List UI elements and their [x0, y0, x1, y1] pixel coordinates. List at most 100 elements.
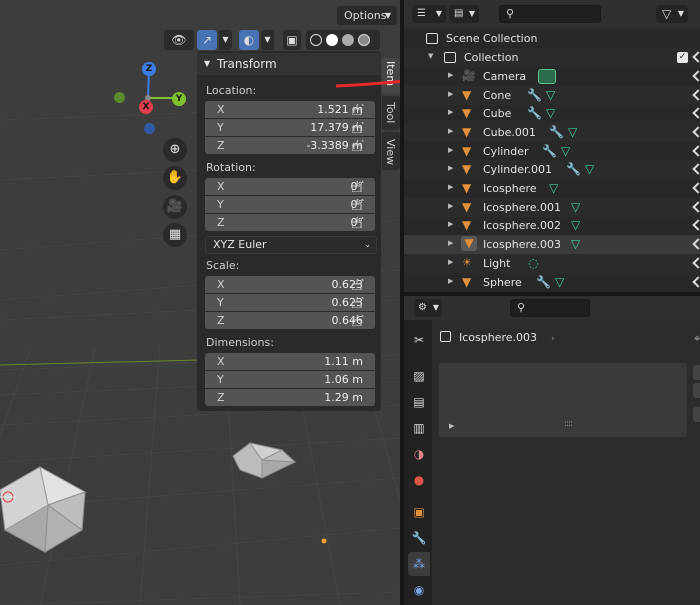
outliner-item-cube-001[interactable]: ▶ ▼ Cube.001 🔧 ▽	[404, 123, 700, 142]
wrench-modifier-icon[interactable]: 🔧	[536, 275, 551, 289]
rotation-x-field[interactable]: X 0°	[205, 178, 375, 195]
pan-button[interactable]: ✋	[163, 166, 187, 190]
eye-icon[interactable]	[692, 70, 700, 82]
wireframe-shading-icon[interactable]	[310, 34, 322, 46]
tool-tab[interactable]: ✂	[408, 328, 430, 352]
scene-tab[interactable]: ◑	[408, 442, 430, 466]
x-axis-gizmo[interactable]: X	[139, 100, 153, 114]
lock-icon[interactable]	[352, 122, 364, 133]
lock-icon[interactable]	[352, 181, 364, 192]
mesh-data-icon[interactable]: ▽	[585, 162, 599, 176]
neg-z-axis-gizmo[interactable]	[144, 123, 155, 134]
expand-triangle-icon[interactable]: ▶	[448, 202, 453, 210]
rotation-mode-dropdown[interactable]: XYZ Euler ⌄	[205, 236, 377, 254]
particles-tab[interactable]: ⁂	[408, 552, 430, 576]
lock-icon[interactable]	[352, 140, 364, 151]
eye-icon[interactable]	[692, 51, 700, 63]
expand-triangle-icon[interactable]: ▶	[448, 146, 453, 154]
outliner-item-light[interactable]: ▶ ☀ Light ◌	[404, 254, 700, 273]
outliner-item-cylinder[interactable]: ▶ ▼ Cylinder 🔧 ▽	[404, 142, 700, 161]
outliner-item-icosphere-002[interactable]: ▶ ▼ Icosphere.002 ▽	[404, 216, 700, 235]
location-y-field[interactable]: Y 17.379 m	[205, 119, 375, 136]
overlay-toggle-button[interactable]: ◐	[239, 30, 259, 50]
modifier-tab[interactable]: 🔧	[408, 526, 430, 550]
outliner-item-cube[interactable]: ▶ ▼ Cube 🔧 ▽	[404, 104, 700, 123]
mesh-data-icon[interactable]: ▽	[571, 218, 585, 232]
properties-search-input[interactable]: ⚲	[510, 299, 590, 317]
wrench-modifier-icon[interactable]: 🔧	[549, 125, 564, 139]
mesh-data-icon[interactable]: ▽	[546, 106, 560, 120]
outliner-item-cone[interactable]: ▶ ▼ Cone 🔧 ▽	[404, 86, 700, 105]
outliner-item-cylinder-001[interactable]: ▶ ▼ Cylinder.001 🔧 ▽	[404, 160, 700, 179]
particle-system-list[interactable]: ▶ ::::	[439, 363, 687, 437]
outliner-item-sphere[interactable]: ▶ ▼ Sphere 🔧 ▽	[404, 273, 700, 292]
outliner-item-camera[interactable]: ▶ 🎥 Camera	[404, 67, 700, 86]
3d-viewport[interactable]: Options ▼ 👁 ↗ ▼ ◐ ▼ ▣ Z Y X ⊕ ✋ 🎥 ▦ ▼ Tr…	[0, 0, 400, 605]
mesh-data-icon[interactable]: ▽	[549, 181, 563, 195]
lock-icon[interactable]	[352, 297, 364, 308]
filter-dropdown[interactable]: ▽ ▼	[656, 5, 688, 23]
eye-icon[interactable]	[692, 107, 700, 119]
list-resize-handle[interactable]: ::::	[564, 419, 573, 429]
object-tab[interactable]: ▣	[408, 500, 430, 524]
wrench-modifier-icon[interactable]: 🔧	[542, 144, 557, 158]
solid-shading-icon[interactable]	[326, 34, 338, 46]
remove-slot-button[interactable]	[693, 383, 700, 398]
eye-icon[interactable]	[692, 182, 700, 194]
y-axis-gizmo[interactable]: Y	[172, 92, 186, 106]
expand-triangle-icon[interactable]: ▶	[448, 258, 453, 266]
eye-icon[interactable]	[692, 145, 700, 157]
rendered-shading-icon[interactable]	[358, 34, 370, 46]
lock-icon[interactable]	[352, 199, 364, 210]
outliner-item-icosphere-003[interactable]: ▶ ▼ Icosphere.003 ▽	[404, 235, 700, 254]
mesh-data-icon[interactable]: ▽	[571, 237, 585, 251]
outliner-item-icosphere[interactable]: ▶ ▼ Icosphere ▽	[404, 179, 700, 198]
eye-icon[interactable]	[692, 126, 700, 138]
expand-triangle-icon[interactable]: ▶	[448, 71, 453, 79]
expand-triangle-icon[interactable]: ▼	[428, 52, 433, 60]
editor-type-dropdown[interactable]: ☰ ▼	[412, 5, 446, 23]
neg-y-axis-gizmo[interactable]	[114, 92, 125, 103]
shading-mode-group[interactable]	[306, 30, 380, 50]
eye-icon[interactable]	[692, 276, 700, 288]
camera-data-icon[interactable]	[538, 69, 556, 84]
scale-z-field[interactable]: Z 0.646	[205, 312, 375, 329]
expand-triangle-icon[interactable]: ▶	[448, 164, 453, 172]
collection-row[interactable]: ▼ Collection ✓	[404, 48, 700, 67]
options-dropdown[interactable]: Options ▼	[337, 6, 397, 25]
dimensions-x-field[interactable]: X 1.11 m	[205, 353, 375, 370]
specials-menu-button[interactable]	[693, 407, 700, 422]
dimensions-z-field[interactable]: Z 1.29 m	[205, 389, 375, 406]
scene-collection-row[interactable]: Scene Collection	[404, 29, 700, 48]
tab-tool[interactable]: Tool	[382, 96, 400, 130]
exclude-checkbox[interactable]: ✓	[677, 52, 688, 63]
lock-icon[interactable]	[352, 279, 364, 290]
gizmo-dropdown[interactable]: ▼	[219, 30, 232, 50]
expand-triangle-icon[interactable]: ▶	[448, 108, 453, 116]
wrench-modifier-icon[interactable]: 🔧	[527, 88, 542, 102]
expand-triangle-icon[interactable]: ▶	[448, 277, 453, 285]
light-data-icon[interactable]: ◌	[528, 256, 542, 270]
location-x-field[interactable]: X 1.521 m	[205, 101, 375, 118]
icosphere-mesh[interactable]	[0, 466, 87, 553]
render-tab[interactable]: ▨	[408, 364, 430, 388]
expand-triangle-icon[interactable]: ▶	[449, 422, 454, 430]
overlay-dropdown[interactable]: ▼	[261, 30, 274, 50]
expand-triangle-icon[interactable]: ▶	[448, 90, 453, 98]
scale-y-field[interactable]: Y 0.623	[205, 294, 375, 311]
physics-tab[interactable]: ◉	[408, 578, 430, 602]
rotation-z-field[interactable]: Z 0°	[205, 214, 375, 231]
gizmo-toggle-button[interactable]: ↗	[197, 30, 217, 50]
dimensions-y-field[interactable]: Y 1.06 m	[205, 371, 375, 388]
eye-icon[interactable]	[692, 89, 700, 101]
lock-icon[interactable]	[352, 315, 364, 326]
outliner-search-input[interactable]: ⚲	[499, 5, 601, 23]
mesh-data-icon[interactable]: ▽	[568, 125, 582, 139]
mesh-data-icon[interactable]: ▽	[571, 200, 585, 214]
add-slot-button[interactable]	[693, 365, 700, 380]
expand-triangle-icon[interactable]: ▶	[448, 239, 453, 247]
tab-view[interactable]: View	[382, 132, 400, 170]
eye-icon[interactable]	[692, 238, 700, 250]
lock-icon[interactable]	[352, 104, 364, 115]
small-icosphere-mesh[interactable]	[232, 442, 297, 479]
